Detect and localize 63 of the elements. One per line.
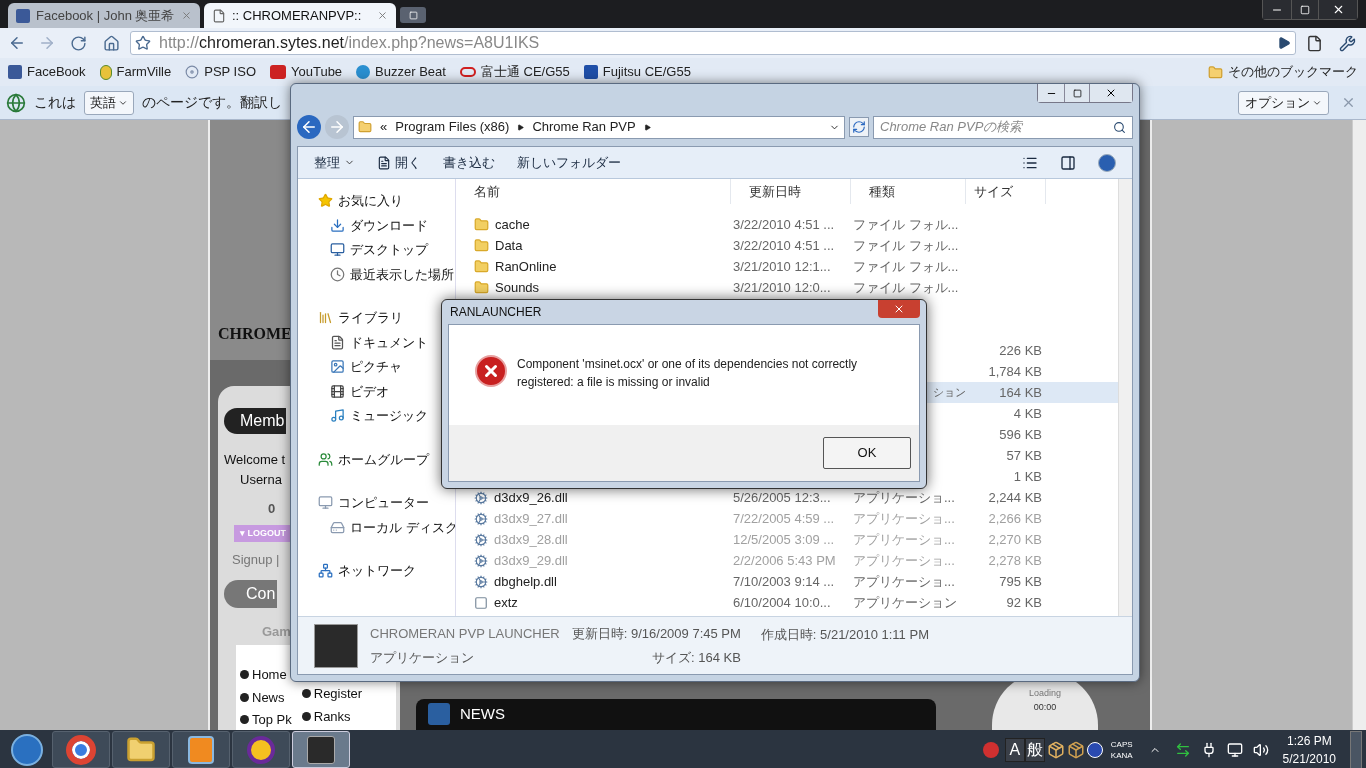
key-indicator: KANA [1110, 749, 1133, 761]
file-size: 164 KB [999, 384, 1042, 400]
file-type: アプリケーショ... [853, 531, 955, 547]
file-name: extz [494, 593, 518, 612]
file-size: 2,278 KB [988, 552, 1042, 568]
file-type: アプリケーショ... [853, 573, 955, 589]
overflow-mark: « [380, 118, 388, 137]
file-type: ファイル フォル... [853, 258, 959, 274]
created-date: 作成日時: 5/21/2010 1:11 PM [760, 626, 929, 644]
translate-text: のページです。翻訳し [142, 93, 282, 112]
file-size: 1 KB [1013, 468, 1042, 484]
file-type: アプリケーション [853, 594, 957, 610]
file-date: 5/26/2005 12:3... [733, 489, 831, 505]
file-date: 7/10/2003 9:14 ... [733, 573, 835, 589]
file-size: 2,270 KB [988, 531, 1042, 547]
file-name: d3dx9_26.dll [494, 488, 568, 507]
url-text: http://chromeran.sytes.net/index.php?news=A8U1IKS [159, 33, 541, 53]
file-size: 2,266 KB [988, 510, 1042, 526]
translate-text: これは [34, 93, 76, 112]
file-name: RanOnline [495, 257, 557, 276]
file-type: アプリケーショ... [853, 510, 955, 526]
welcome-text: Welcome t [224, 451, 286, 469]
dialog-title: RANLAUNCHER [450, 304, 542, 321]
file-name: d3dx9_27.dll [494, 509, 568, 528]
count-text: 0 [268, 500, 276, 518]
file-name: Data [495, 236, 523, 255]
file-date: 3/22/2010 4:51 ... [733, 237, 835, 253]
player-status: Loading [1028, 687, 1061, 700]
file-type: アプリケーショ... [853, 552, 955, 568]
file-date: 12/5/2005 3:09 ... [733, 531, 835, 547]
file-type: アプリケーショ... [853, 489, 955, 505]
file-type: アプリケーション [370, 648, 475, 667]
key-indicator: CAPS [1110, 738, 1133, 750]
file-type: ファイル フォル... [853, 279, 959, 295]
file-type: ション [933, 386, 966, 399]
file-date: 3/22/2010 4:51 ... [733, 216, 835, 232]
file-name: cache [495, 215, 530, 234]
file-date: 7/22/2005 4:59 ... [733, 510, 835, 526]
file-date: 2/2/2006 5:43 PM [733, 552, 836, 568]
file-type: ファイル フォル... [853, 237, 959, 253]
modified-date: 更新日時: 9/16/2009 7:45 PM [571, 625, 741, 643]
file-date: 6/10/2004 10:0... [733, 594, 831, 610]
file-size: 2,244 KB [988, 489, 1042, 505]
file-size: 795 KB [999, 573, 1042, 589]
username-label: Userna [240, 470, 282, 489]
file-size: 92 KB [1006, 594, 1042, 610]
file-title: CHROMERAN PVP LAUNCHER [370, 625, 560, 643]
file-size: サイズ: 164 KB [651, 648, 741, 667]
file-name: Sounds [495, 278, 540, 297]
error-message: Component 'msinet.ocx' or one of its dependencies not correctly registered: a file is missing or invalid [517, 356, 859, 391]
file-size: 4 KB [1013, 405, 1042, 421]
news-header: NEWS [416, 698, 936, 730]
player-time: 00:00 [1033, 700, 1057, 714]
section-heading: Gam [262, 622, 291, 641]
file-name: d3dx9_28.dll [494, 530, 568, 549]
logo-text: CHROME [218, 324, 292, 344]
file-size: 226 KB [999, 342, 1042, 358]
file-size: 596 KB [999, 426, 1042, 442]
file-name: d3dx9_29.dll [494, 551, 568, 570]
file-date: 3/21/2010 12:0... [733, 279, 831, 295]
file-date: 3/21/2010 12:1... [733, 258, 831, 274]
file-type: ファイル フォル... [853, 216, 959, 232]
file-name: dbghelp.dll [494, 572, 557, 591]
